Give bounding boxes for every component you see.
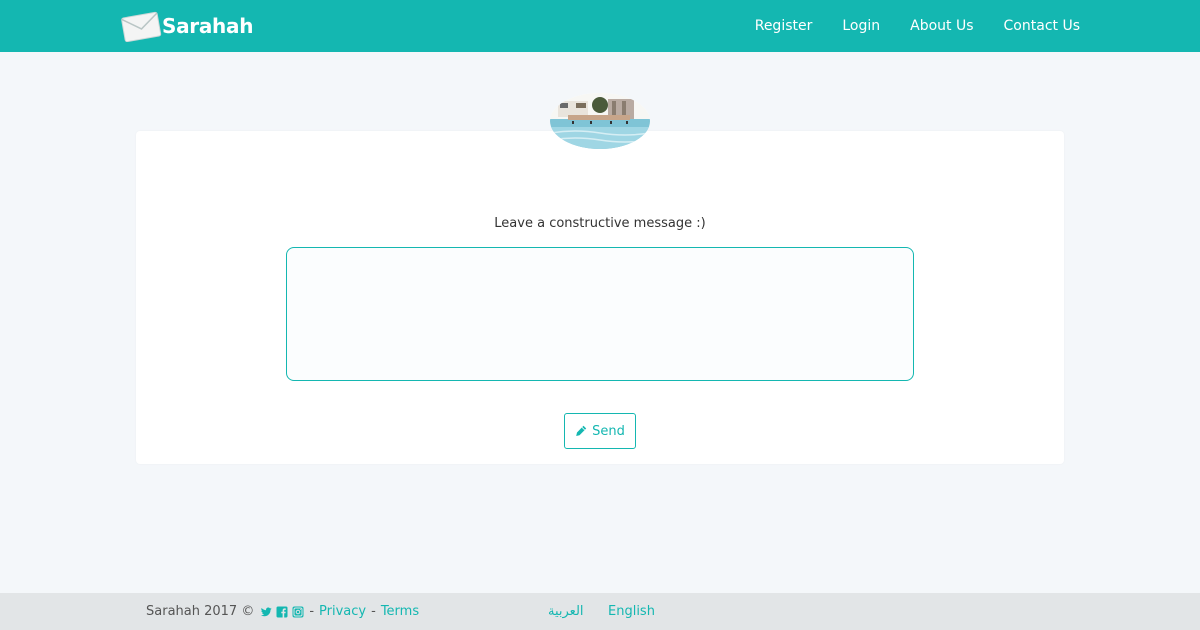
facebook-icon[interactable] [276,606,288,618]
send-button[interactable]: Send [564,413,636,449]
footer-separator: - [371,604,376,619]
profile-avatar [550,93,650,149]
envelope-icon [121,11,162,42]
main-nav: Register Login About Us Contact Us [725,0,1080,52]
send-button-label: Send [592,423,625,439]
privacy-link[interactable]: Privacy [319,604,366,619]
brand-logo-link[interactable]: Sarahah [120,9,253,43]
footer: Sarahah 2017 © - Privacy - Terms العربية… [0,593,1200,630]
pencil-icon [576,425,587,436]
language-arabic-link[interactable]: العربية [548,593,584,630]
profile-photo [550,93,650,149]
twitter-icon[interactable] [260,606,272,618]
message-prompt: Leave a constructive message :) [494,216,706,231]
instagram-icon[interactable] [292,606,304,618]
nav-register-link[interactable]: Register [755,18,813,34]
footer-separator: - [309,604,315,619]
nav-login-link[interactable]: Login [842,18,880,34]
nav-contact-link[interactable]: Contact Us [1004,18,1080,34]
message-input[interactable] [286,247,914,381]
language-english-link[interactable]: English [608,593,655,630]
nav-about-link[interactable]: About Us [910,18,973,34]
copyright-text: Sarahah 2017 © [146,604,255,619]
terms-link[interactable]: Terms [381,604,419,619]
footer-left: Sarahah 2017 © - Privacy - Terms [146,593,419,630]
brand-name: Sarahah [162,14,254,38]
top-navbar: Sarahah Register Login About Us Contact … [0,0,1200,52]
